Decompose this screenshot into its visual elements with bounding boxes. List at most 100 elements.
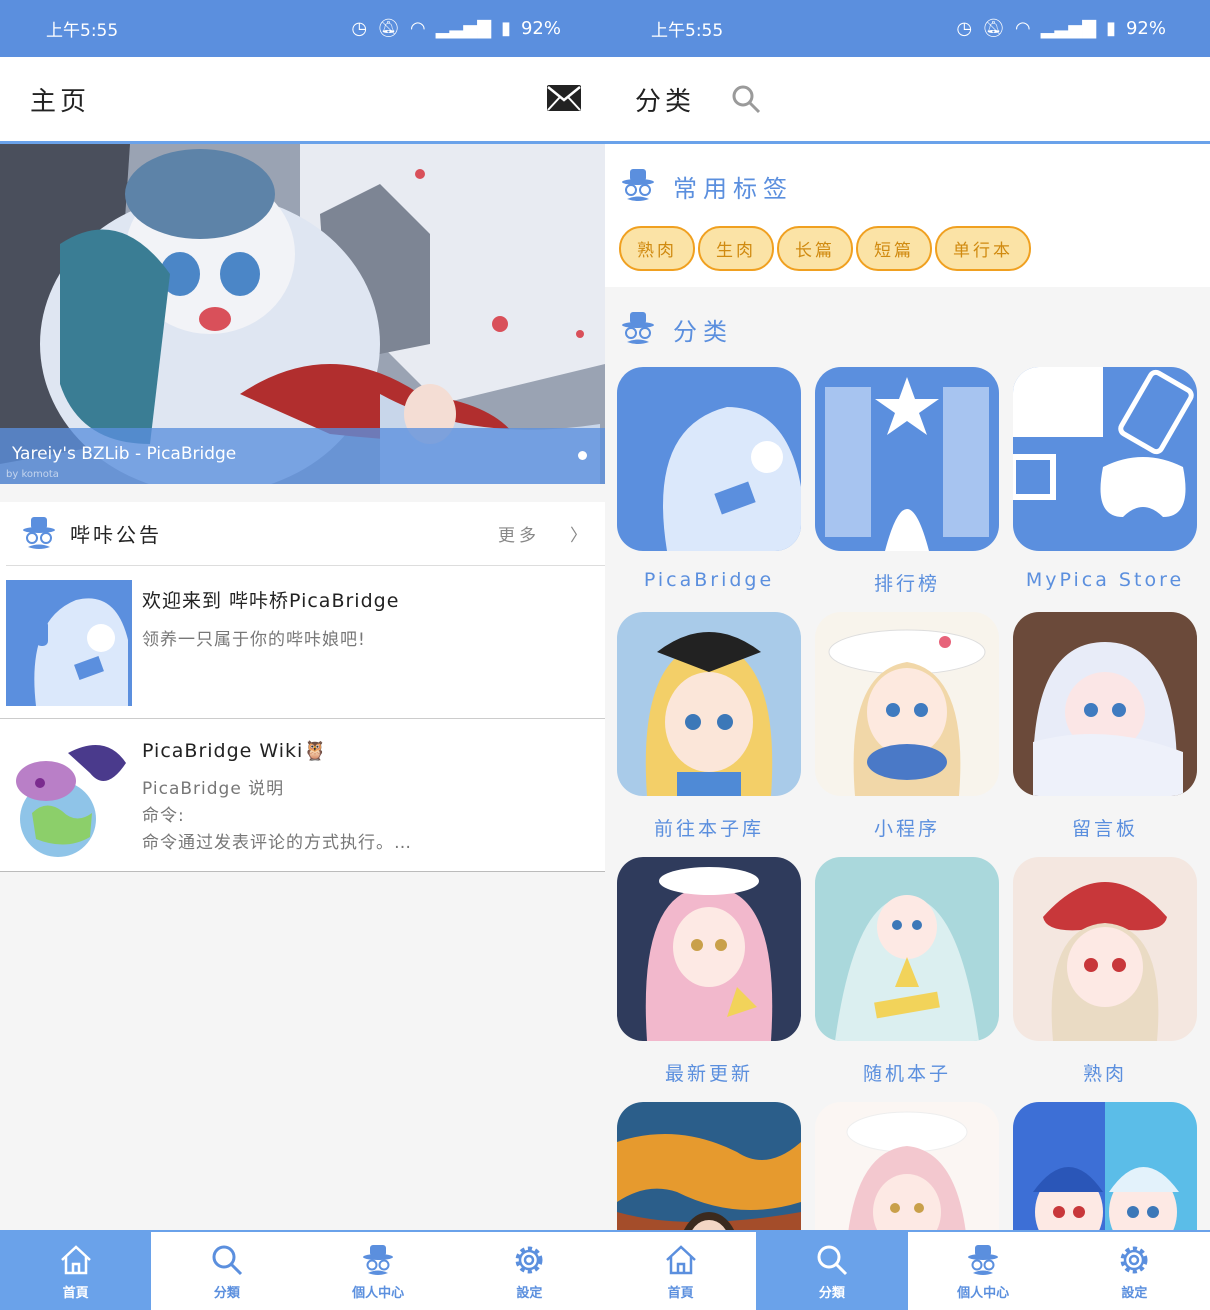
mute-icon: 🔕︎	[982, 18, 1005, 39]
category-image	[1013, 857, 1197, 1041]
category-label: 最新更新	[664, 1063, 753, 1085]
notice-item-title: PicaBridge Wiki🦉	[142, 740, 328, 762]
nav-category-label: 分類	[818, 1285, 845, 1301]
pica-hat-icon	[363, 1244, 394, 1275]
status-icons: ◷ 🔕︎ ◠ ▂▃▅▇ ▮ 92%	[351, 18, 561, 39]
page-title: 主页	[30, 86, 91, 117]
nav-profile-label: 個人中心	[957, 1285, 1010, 1301]
nav-profile[interactable]: 個人中心	[303, 1232, 454, 1310]
pica-hat-icon	[23, 516, 55, 549]
wifi-icon: ◠	[1014, 18, 1031, 39]
category-label: 随机本子	[862, 1063, 951, 1085]
battery-icon: ▮	[501, 18, 511, 39]
categories-header: 分类	[605, 287, 1210, 357]
signal-icon: ▂▃▅▇	[1040, 18, 1097, 39]
status-bar: 上午5:55 ◷ 🔕︎ ◠ ▂▃▅▇ ▮ 92%	[605, 0, 1210, 57]
signal-icon: ▂▃▅▇	[435, 18, 492, 39]
categories-title: 分类	[673, 317, 733, 346]
page-title: 分类	[635, 86, 696, 117]
category-image	[815, 857, 999, 1041]
category-tile[interactable]: 前往本子库	[617, 612, 801, 857]
nav-settings[interactable]: 設定	[1059, 1232, 1210, 1310]
category-tile[interactable]: 留言板	[1013, 612, 1197, 857]
category-image	[815, 367, 999, 551]
tag-chip[interactable]: 单行本	[935, 226, 1031, 271]
pica-hat-icon	[622, 169, 654, 201]
nav-category-label: 分類	[213, 1285, 240, 1301]
category-label: PicaBridge	[643, 569, 775, 591]
category-tile[interactable]: 熟肉	[1013, 857, 1197, 1102]
app-bar: 分类	[605, 57, 1210, 144]
category-image	[815, 612, 999, 796]
category-label: 留言板	[1071, 818, 1138, 840]
common-tags-title: 常用标签	[673, 174, 793, 203]
category-tile[interactable]: 随机本子	[815, 857, 999, 1102]
notice-item-welcome[interactable]: 欢迎来到 哔咔桥PicaBridge 领养一只属于你的哔咔娘吧!	[0, 566, 605, 719]
tag-chip[interactable]: 熟肉	[619, 226, 695, 271]
search-icon	[817, 1245, 847, 1275]
notice-more-label: 更多	[498, 526, 540, 546]
status-time: 上午5:55	[651, 21, 724, 41]
search-icon	[212, 1245, 242, 1275]
nav-profile[interactable]: 個人中心	[908, 1232, 1059, 1310]
notice-item-title: 欢迎来到 哔咔桥PicaBridge	[142, 590, 400, 612]
nav-home[interactable]: 首頁	[0, 1232, 152, 1310]
category-label: MyPica Store	[1025, 569, 1185, 591]
tag-chip[interactable]: 生肉	[698, 226, 774, 271]
battery-level: 92%	[1125, 18, 1166, 39]
category-tile[interactable]: PicaBridge	[617, 367, 801, 612]
search-icon[interactable]	[731, 84, 761, 114]
banner-credit: by komota	[6, 469, 59, 480]
mail-icon[interactable]	[547, 85, 581, 111]
category-label: 小程序	[873, 818, 940, 840]
category-tile[interactable]: 小程序	[815, 612, 999, 857]
category-label: 熟肉	[1082, 1063, 1127, 1085]
notice-more-button[interactable]: 更多 〉	[498, 521, 591, 546]
category-label: 排行榜	[873, 573, 940, 595]
nav-settings[interactable]: 設定	[454, 1232, 605, 1310]
home-screen: 上午5:55 ◷ 🔕︎ ◠ ▂▃▅▇ ▮ 92% 主页 Yareiy's BZL…	[0, 0, 605, 1310]
notice-thumbnail	[6, 733, 132, 859]
wifi-icon: ◠	[409, 18, 426, 39]
category-image	[1013, 612, 1197, 796]
notice-thumbnail	[6, 580, 132, 706]
notice-item-desc: 领养一只属于你的哔咔娘吧!	[142, 630, 366, 650]
carousel-indicator[interactable]	[578, 451, 587, 460]
banner-caption: Yareiy's BZLib - PicaBridge	[0, 428, 605, 484]
alarm-icon: ◷	[351, 18, 368, 39]
nav-category[interactable]: 分類	[151, 1232, 302, 1310]
gear-icon	[515, 1246, 543, 1273]
banner-carousel[interactable]: Yareiy's BZLib - PicaBridge by komota	[0, 144, 605, 484]
bottom-nav: 首頁 分類 個人中心 設定	[0, 1230, 605, 1310]
category-tile[interactable]: 排行榜	[815, 367, 999, 612]
pica-hat-icon	[968, 1244, 999, 1275]
chevron-right-icon: 〉	[570, 526, 591, 546]
nav-category[interactable]: 分類	[756, 1232, 908, 1310]
battery-icon: ▮	[1106, 18, 1116, 39]
tag-list: 熟肉 生肉 长篇 短篇 单行本	[605, 214, 1210, 287]
notice-section: 哔咔公告 更多 〉 欢迎来到 哔咔桥PicaBridge 领养一只属于你的哔咔娘…	[0, 502, 605, 872]
notice-header: 哔咔公告 更多 〉	[6, 502, 605, 566]
notice-item-wiki[interactable]: PicaBridge Wiki🦉 PicaBridge 说明 命令: 命令通过发…	[0, 719, 605, 872]
status-bar: 上午5:55 ◷ 🔕︎ ◠ ▂▃▅▇ ▮ 92%	[0, 0, 605, 57]
nav-settings-label: 設定	[1121, 1285, 1148, 1301]
gear-icon	[1120, 1246, 1148, 1273]
category-tile[interactable]: MyPica Store	[1010, 367, 1197, 612]
category-screen: 上午5:55 ◷ 🔕︎ ◠ ▂▃▅▇ ▮ 92% 分类 常用标签 熟肉 生肉 长…	[605, 0, 1210, 1310]
common-tags-header: 常用标签	[605, 144, 1210, 214]
category-tile[interactable]: 最新更新	[617, 857, 801, 1102]
tag-chip[interactable]: 长篇	[777, 226, 853, 271]
notice-title: 哔咔公告	[70, 523, 162, 547]
common-tags-section: 常用标签 熟肉 生肉 长篇 短篇 单行本	[605, 144, 1210, 287]
nav-settings-label: 設定	[516, 1285, 543, 1301]
alarm-icon: ◷	[956, 18, 973, 39]
bottom-nav: 首頁 分類 個人中心 設定	[605, 1230, 1210, 1310]
tag-chip[interactable]: 短篇	[856, 226, 932, 271]
mute-icon: 🔕︎	[377, 18, 400, 39]
category-image	[617, 612, 801, 796]
nav-home[interactable]: 首頁	[605, 1232, 756, 1310]
nav-profile-label: 個人中心	[352, 1285, 405, 1301]
pica-hat-icon	[622, 312, 654, 344]
nav-home-label: 首頁	[62, 1285, 89, 1301]
notice-text: 欢迎来到 哔咔桥PicaBridge 领养一只属于你的哔咔娘吧!	[142, 580, 399, 706]
